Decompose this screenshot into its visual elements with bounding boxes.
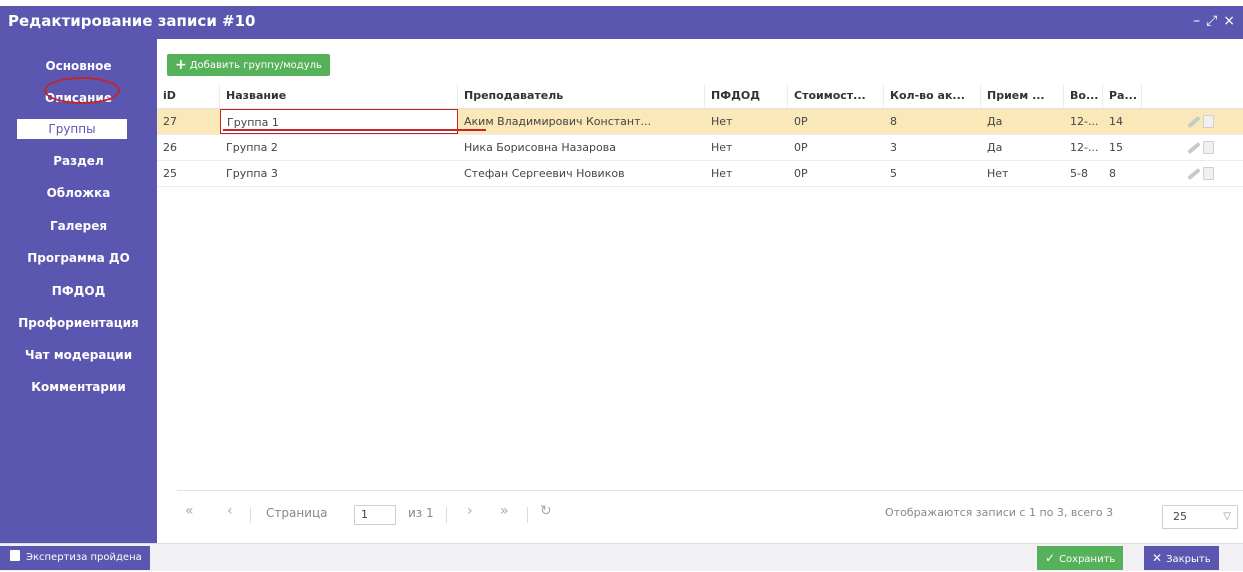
save-label: Сохранить <box>1059 554 1116 565</box>
expertise-badge[interactable]: Экспертиза пройдена <box>0 546 150 570</box>
sidebar-item-moderation-chat[interactable]: Чат модерации <box>0 348 157 362</box>
pager-separator <box>250 507 251 523</box>
trash-icon[interactable] <box>1203 115 1214 128</box>
row-actions <box>1181 135 1231 160</box>
page-size-select[interactable]: 25 ▽ <box>1162 505 1238 529</box>
add-group-button[interactable]: + Добавить группу/модуль <box>167 54 330 76</box>
cell-count: 3 <box>890 141 897 154</box>
cell-ra: 8 <box>1109 167 1116 180</box>
page-number-input[interactable]: 1 <box>354 505 396 525</box>
cell-admission: Да <box>987 115 1003 128</box>
sidebar-item-main[interactable]: Основное <box>0 59 157 73</box>
cell-age: 12-... <box>1070 115 1099 128</box>
cell-teacher: Аким Владимирович Констант... <box>464 115 651 128</box>
sidebar-item-program[interactable]: Программа ДО <box>0 251 157 265</box>
sidebar-item-gallery[interactable]: Галерея <box>0 219 157 233</box>
sidebar-item-description[interactable]: Описание <box>0 91 157 105</box>
cell-name: Группа 2 <box>226 141 278 154</box>
add-group-label: Добавить группу/модуль <box>189 60 322 71</box>
sidebar-item-comments[interactable]: Комментарии <box>0 380 157 394</box>
column-header-id[interactable]: iD <box>157 84 220 108</box>
cell-admission: Да <box>987 141 1003 154</box>
cell-count: 8 <box>890 115 897 128</box>
cell-admission: Нет <box>987 167 1009 180</box>
column-header-age[interactable]: Во... <box>1064 84 1103 108</box>
pagination-bar: « ‹ Страница 1 из 1 › » ↻ Отображаются з… <box>157 490 1243 543</box>
column-header-admission[interactable]: Прием ... <box>981 84 1064 108</box>
cell-age: 5-8 <box>1070 167 1088 180</box>
cell-teacher: Стефан Сергеевич Новиков <box>464 167 625 180</box>
cell-cost: 0Р <box>794 167 808 180</box>
page-label: Страница <box>266 506 328 520</box>
page-count-label: из 1 <box>408 506 434 520</box>
row-actions <box>1181 161 1231 186</box>
annotation-underline <box>223 129 486 131</box>
sidebar-item-career[interactable]: Профориентация <box>0 316 157 330</box>
dropdown-arrow-icon: ▽ <box>1223 511 1231 522</box>
bottom-bar: Экспертиза пройдена ✓ Сохранить ✕ Закрыть <box>0 543 1243 571</box>
cell-cost: 0Р <box>794 115 808 128</box>
first-page-icon[interactable]: « <box>185 503 194 519</box>
window-controls: – ⤢ × <box>1193 13 1235 29</box>
window-title: Редактирование записи #10 <box>8 12 256 30</box>
close-label: Закрыть <box>1166 554 1211 565</box>
last-page-icon[interactable]: » <box>500 503 509 519</box>
pager-divider <box>177 490 1243 491</box>
close-icon[interactable]: × <box>1223 13 1235 29</box>
plus-icon: + <box>175 57 187 73</box>
cell-name: Группа 3 <box>226 167 278 180</box>
cell-count: 5 <box>890 167 897 180</box>
table-row[interactable]: 27 Группа 1 Аким Владимирович Констант..… <box>157 109 1243 135</box>
trash-icon[interactable] <box>1203 141 1214 154</box>
records-status: Отображаются записи с 1 по 3, всего 3 <box>885 506 1114 519</box>
save-button[interactable]: ✓ Сохранить <box>1037 546 1124 570</box>
table-row[interactable]: 25 Группа 3 Стефан Сергеевич Новиков Нет… <box>157 161 1243 187</box>
refresh-icon[interactable]: ↻ <box>540 503 552 519</box>
title-bar: Редактирование записи #10 – ⤢ × <box>0 6 1243 39</box>
cell-age: 12-... <box>1070 141 1099 154</box>
prev-page-icon[interactable]: ‹ <box>227 503 233 519</box>
sidebar: Основное Описание Группы Раздел Обложка … <box>0 39 157 543</box>
table-row[interactable]: 26 Группа 2 Ника Борисовна Назарова Нет … <box>157 135 1243 161</box>
close-button[interactable]: ✕ Закрыть <box>1144 546 1219 570</box>
page-size-value: 25 <box>1173 510 1187 523</box>
pager-separator <box>446 507 447 523</box>
sidebar-item-cover[interactable]: Обложка <box>0 186 157 200</box>
column-header-teacher[interactable]: Преподаватель <box>458 84 705 108</box>
next-page-icon[interactable]: › <box>467 503 473 519</box>
sidebar-item-pfdod[interactable]: ПФДОД <box>0 284 157 298</box>
cell-pfdod: Нет <box>711 115 733 128</box>
maximize-icon[interactable]: ⤢ <box>1206 13 1217 29</box>
pencil-icon[interactable] <box>1187 115 1201 128</box>
cell-ra: 15 <box>1109 141 1123 154</box>
close-x-icon: ✕ <box>1152 551 1163 565</box>
edit-record-window: Редактирование записи #10 – ⤢ × Основное… <box>0 0 1243 571</box>
cell-id: 26 <box>163 141 177 154</box>
minimize-icon[interactable]: – <box>1193 13 1200 29</box>
sidebar-item-groups[interactable]: Группы <box>17 119 127 139</box>
pager-separator <box>527 507 528 523</box>
column-header-ra[interactable]: Ра... <box>1103 84 1142 108</box>
column-header-name[interactable]: Название <box>220 84 458 108</box>
column-header-pfdod[interactable]: ПФДОД <box>705 84 788 108</box>
pencil-icon[interactable] <box>1187 141 1201 154</box>
column-header-count[interactable]: Кол-во ак... <box>884 84 981 108</box>
trash-icon[interactable] <box>1203 167 1214 180</box>
row-actions <box>1181 109 1231 134</box>
document-icon <box>10 550 20 561</box>
checkmark-icon: ✓ <box>1045 551 1056 565</box>
sidebar-item-section[interactable]: Раздел <box>0 154 157 168</box>
cell-teacher: Ника Борисовна Назарова <box>464 141 616 154</box>
table-header: iD Название Преподаватель ПФДОД Стоимост… <box>157 84 1243 109</box>
cell-cost: 0Р <box>794 141 808 154</box>
cell-pfdod: Нет <box>711 167 733 180</box>
cell-id: 25 <box>163 167 177 180</box>
column-header-cost[interactable]: Стоимост... <box>788 84 884 108</box>
groups-table: iD Название Преподаватель ПФДОД Стоимост… <box>157 84 1243 187</box>
expertise-label: Экспертиза пройдена <box>26 552 142 563</box>
pencil-icon[interactable] <box>1187 167 1201 180</box>
cell-ra: 14 <box>1109 115 1123 128</box>
cell-pfdod: Нет <box>711 141 733 154</box>
cell-id: 27 <box>163 115 177 128</box>
